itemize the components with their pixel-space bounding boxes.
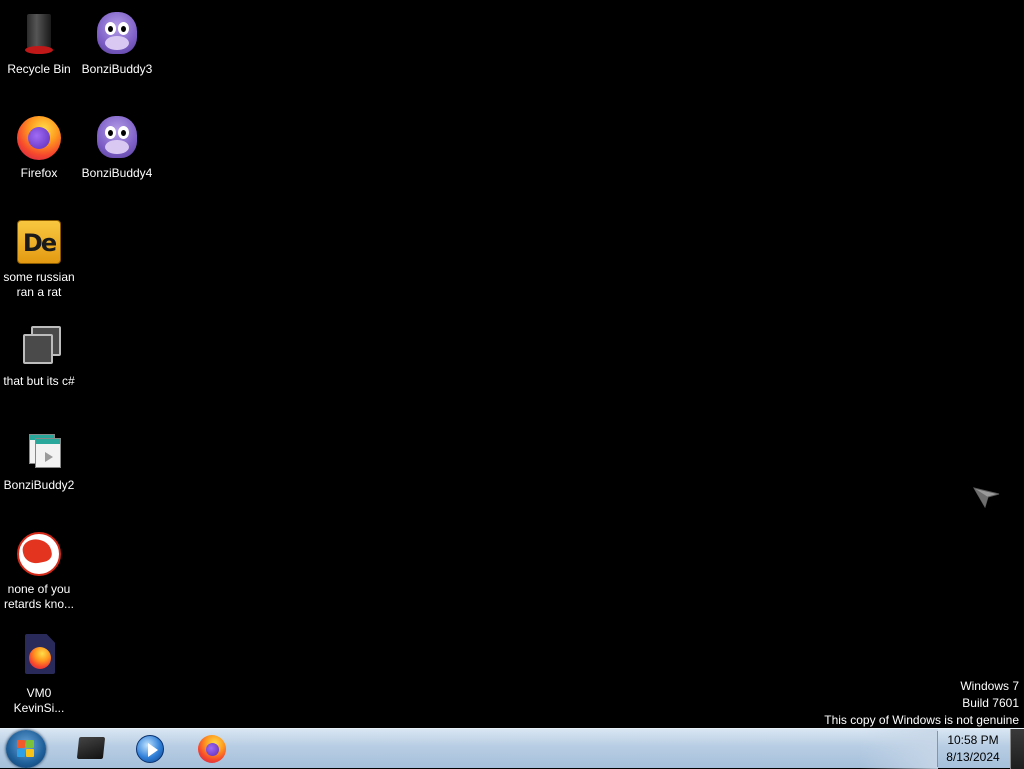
- mouse-cursor-icon: [972, 487, 1000, 508]
- desktop-icon-label: BonziBuddy4: [81, 166, 153, 180]
- dinosaur-icon: [15, 530, 63, 578]
- firefox-icon: [15, 114, 63, 162]
- windows-watermark: Windows 7 Build 7601 This copy of Window…: [824, 678, 1019, 729]
- desktop-icon-bonzibuddy4[interactable]: BonziBuddy4: [78, 108, 156, 181]
- explorer-icon: [76, 737, 106, 759]
- firefox-icon: [198, 735, 226, 763]
- bonzi-icon: [93, 10, 141, 58]
- windows-logo-icon: [17, 740, 35, 758]
- de-app-icon: De: [15, 218, 63, 266]
- watermark-line-1: Windows 7: [960, 679, 1019, 693]
- watermark-line-2: Build 7601: [962, 696, 1019, 710]
- firefox-document-icon: [15, 634, 63, 682]
- desktop-icon-dino[interactable]: none of you retards kno...: [0, 524, 78, 612]
- desktop-icon-bonzibuddy2[interactable]: BonziBuddy2: [0, 420, 78, 493]
- taskbar-clock[interactable]: 10:58 PM 8/13/2024: [938, 732, 1008, 766]
- start-button[interactable]: [6, 730, 46, 768]
- tray-area: [860, 729, 938, 769]
- media-player-icon: [136, 735, 164, 763]
- taskbar-firefox-button[interactable]: [186, 731, 238, 767]
- desktop-icon-label: BonziBuddy3: [81, 62, 153, 76]
- clock-time: 10:58 PM: [947, 733, 999, 747]
- clock-date: 8/13/2024: [946, 750, 1000, 764]
- media-file-icon: [15, 426, 63, 474]
- desktop-icon-label: VM0 KevinSi...: [13, 686, 65, 715]
- desktop-icon-recycle-bin[interactable]: Recycle Bin: [0, 4, 78, 77]
- desktop-icon-csharp[interactable]: that but its c#: [0, 316, 78, 389]
- desktop[interactable]: Recycle Bin BonziBuddy3 Firefox BonziBud…: [0, 0, 1024, 728]
- recycle-bin-icon: [15, 10, 63, 58]
- show-desktop-button[interactable]: [1010, 729, 1024, 769]
- desktop-icon-bonzibuddy3[interactable]: BonziBuddy3: [78, 4, 156, 77]
- desktop-icon-label: BonziBuddy2: [3, 478, 75, 492]
- desktop-icon-label: that but its c#: [3, 374, 75, 388]
- watermark-line-3: This copy of Windows is not genuine: [824, 713, 1019, 727]
- taskbar-explorer-button[interactable]: [62, 731, 114, 767]
- desktop-icon-label: Recycle Bin: [7, 62, 71, 76]
- desktop-icon-vm0[interactable]: VM0 KevinSi...: [0, 628, 78, 716]
- taskbar: 10:58 PM 8/13/2024: [0, 728, 1024, 769]
- desktop-icon-label: some russian ran a rat: [3, 270, 75, 299]
- desktop-icon-label: none of you retards kno...: [3, 582, 75, 611]
- application-icon: [15, 322, 63, 370]
- taskbar-media-player-button[interactable]: [124, 731, 176, 767]
- desktop-icon-firefox[interactable]: Firefox: [0, 108, 78, 181]
- desktop-icon-label: Firefox: [20, 166, 58, 180]
- desktop-icon-russian-rat[interactable]: De some russian ran a rat: [0, 212, 78, 300]
- bonzi-icon: [93, 114, 141, 162]
